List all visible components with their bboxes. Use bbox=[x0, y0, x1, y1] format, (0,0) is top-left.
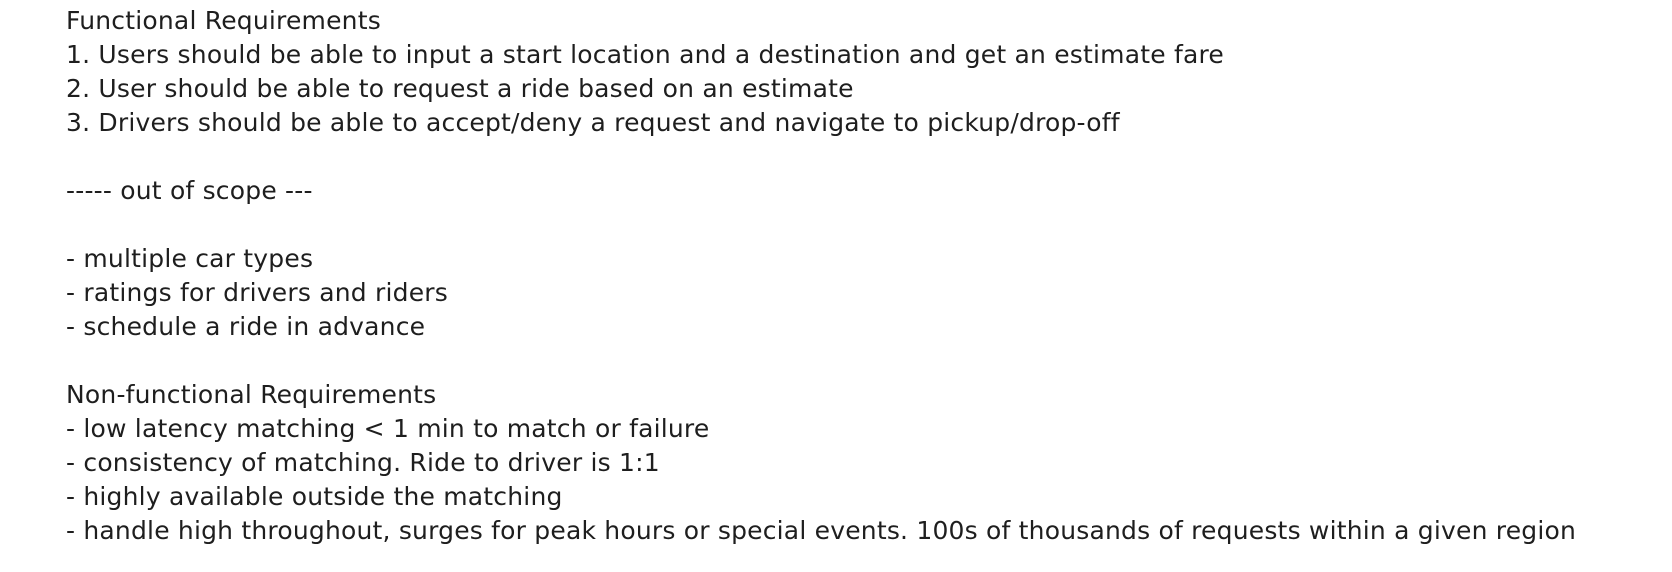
out-of-scope-item: - ratings for drivers and riders bbox=[66, 278, 448, 307]
out-of-scope-item: - multiple car types bbox=[66, 244, 314, 273]
non-functional-heading: Non-functional Requirements bbox=[66, 380, 437, 409]
functional-item: 2. User should be able to request a ride… bbox=[66, 74, 854, 103]
out-of-scope-item: - schedule a ride in advance bbox=[66, 312, 426, 341]
functional-item: 1. Users should be able to input a start… bbox=[66, 40, 1225, 69]
non-functional-item: - highly available outside the matching bbox=[66, 482, 563, 511]
functional-item: 3. Drivers should be able to accept/deny… bbox=[66, 108, 1120, 137]
out-of-scope-heading: ----- out of scope --- bbox=[66, 176, 313, 205]
whiteboard-canvas: Functional Requirements 1. Users should … bbox=[0, 0, 1672, 572]
functional-heading: Functional Requirements bbox=[66, 6, 381, 35]
requirements-note: Functional Requirements 1. Users should … bbox=[66, 4, 1666, 548]
non-functional-item: - handle high throughout, surges for pea… bbox=[66, 516, 1577, 545]
non-functional-item: - consistency of matching. Ride to drive… bbox=[66, 448, 660, 477]
non-functional-item: - low latency matching < 1 min to match … bbox=[66, 414, 710, 443]
